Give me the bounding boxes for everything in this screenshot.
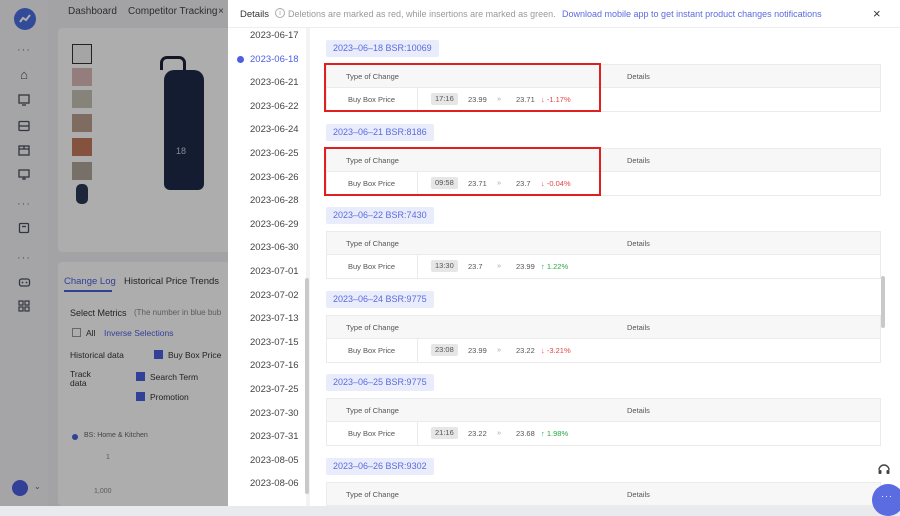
chat-dots: ··· [881, 491, 893, 501]
column-divider [417, 422, 418, 445]
date-item[interactable]: 2023-07-25 [250, 384, 299, 395]
close-icon[interactable]: × [873, 6, 881, 21]
date-item[interactable]: 2023-07-30 [250, 408, 299, 419]
drawer-title: Details [240, 9, 270, 20]
active-date-dot [237, 55, 244, 63]
chat-bubble-icon[interactable]: ··· [872, 484, 900, 516]
date-bsr-tag: 2023–06–26 BSR:9302 [326, 457, 434, 475]
drawer-notice: Deletions are marked as red, while inser… [288, 9, 556, 19]
table-row: Buy Box Price 13:30 23.7 » 23.99 ↑ 1.22% [327, 255, 880, 278]
header-type-of-change: Type of Change [346, 322, 399, 332]
date-item[interactable]: 2023-08-05 [250, 455, 299, 466]
percent-change-value: -3.21% [546, 345, 571, 355]
change-arrow: » [497, 261, 502, 270]
change-time: 13:30 [431, 260, 458, 272]
arrow-up-icon: ↑ [541, 262, 545, 271]
date-bsr-tag: 2023–06–21 BSR:8186 [326, 123, 434, 141]
date-item[interactable]: 2023-06-28 [250, 195, 299, 206]
change-table: Type of Change Details Buy Box Price 13:30 2… [326, 231, 881, 279]
change-type: Buy Box Price [348, 345, 396, 355]
table-header: Type of Change Details [327, 315, 880, 339]
header-details: Details [627, 155, 650, 165]
column-divider [417, 338, 418, 362]
date-item[interactable]: 2023-06-26 [250, 172, 299, 183]
table-row: Buy Box Price 21:16 23.22 » 23.68 ↑ 1.98% [327, 422, 880, 445]
date-item[interactable]: 2023-07-31 [250, 431, 299, 442]
new-value: 23.68 [516, 429, 535, 438]
old-value: 23.99 [468, 345, 487, 355]
header-type-of-change: Type of Change [346, 489, 399, 499]
highlight-box [324, 63, 601, 112]
date-list: 2023-06-17 2023-06-18 2023-06-21 2023-06-22… [237, 28, 308, 506]
date-item[interactable]: 2023-06-30 [250, 242, 299, 253]
change-table: Type of Change Details Buy Box Price 23:08 2… [326, 314, 881, 363]
date-item[interactable]: 2023-07-02 [250, 290, 299, 301]
date-bsr-tag: 2023–06–25 BSR:9775 [326, 374, 434, 391]
change-type: Buy Box Price [348, 262, 396, 271]
drawer-header: Details i Deletions are marked as red, w… [228, 0, 900, 28]
header-details: Details [627, 239, 650, 248]
percent-change-value: 1.22% [546, 262, 569, 271]
date-item[interactable]: 2023-06-17 [250, 30, 299, 41]
date-item[interactable]: 2023-06-29 [250, 219, 299, 230]
date-item[interactable]: 2023-07-01 [250, 266, 299, 277]
percent-change: ↑ 1.98% [541, 429, 568, 438]
old-value: 23.7 [468, 262, 483, 271]
change-table: Type of Change Details Buy Box Price 21:16 2… [326, 398, 881, 446]
new-value: 23.22 [516, 345, 535, 355]
details-scrollbar-thumb[interactable] [881, 276, 885, 328]
table-header: Type of Change Details [327, 232, 880, 255]
change-time: 23:08 [431, 343, 458, 356]
date-bsr-tag: 2023–06–24 BSR:9775 [326, 290, 434, 308]
date-item[interactable]: 2023-06-18 [250, 54, 299, 65]
date-item[interactable]: 2023-07-13 [250, 313, 299, 324]
header-details: Details [627, 489, 650, 499]
download-app-link[interactable]: Download mobile app to get instant produ… [562, 9, 822, 19]
date-item[interactable]: 2023-06-21 [250, 77, 299, 88]
highlight-box [324, 146, 601, 196]
table-header: Type of Change Details [327, 399, 880, 422]
date-item[interactable]: 2023-07-16 [250, 360, 299, 371]
table-row: Buy Box Price 23:08 23.99 » 23.22 ↓ -3.21% [327, 338, 880, 362]
column-divider [417, 255, 418, 278]
info-icon: i [275, 8, 285, 18]
header-details: Details [627, 72, 650, 81]
date-item[interactable]: 2023-06-24 [250, 124, 299, 135]
old-value: 23.22 [468, 429, 487, 438]
change-arrow: » [497, 428, 502, 437]
change-arrow: » [497, 344, 502, 354]
date-bsr-tag: 2023–06–22 BSR:7430 [326, 207, 434, 224]
percent-change: ↓ -3.21% [541, 346, 571, 355]
header-details: Details [627, 406, 650, 415]
header-type-of-change: Type of Change [346, 406, 399, 415]
percent-change: ↑ 1.22% [541, 262, 568, 271]
arrow-down-icon: ↓ [541, 345, 545, 355]
header-details: Details [627, 322, 650, 332]
date-bsr-tag: 2023–06–18 BSR:10069 [326, 40, 439, 57]
date-item[interactable]: 2023-06-25 [250, 148, 299, 159]
date-item[interactable]: 2023-07-15 [250, 337, 299, 348]
change-table: Type of Change Details [326, 481, 881, 507]
date-item[interactable]: 2023-06-22 [250, 101, 299, 112]
table-header: Type of Change Details [327, 482, 880, 506]
date-item[interactable]: 2023-08-06 [250, 478, 299, 489]
header-type-of-change: Type of Change [346, 239, 399, 248]
percent-change-value: 1.98% [546, 429, 569, 438]
new-value: 23.99 [516, 262, 535, 271]
arrow-up-icon: ↑ [541, 429, 545, 438]
change-time: 21:16 [431, 427, 458, 439]
headset-icon[interactable] [876, 462, 892, 478]
change-type: Buy Box Price [348, 429, 396, 438]
